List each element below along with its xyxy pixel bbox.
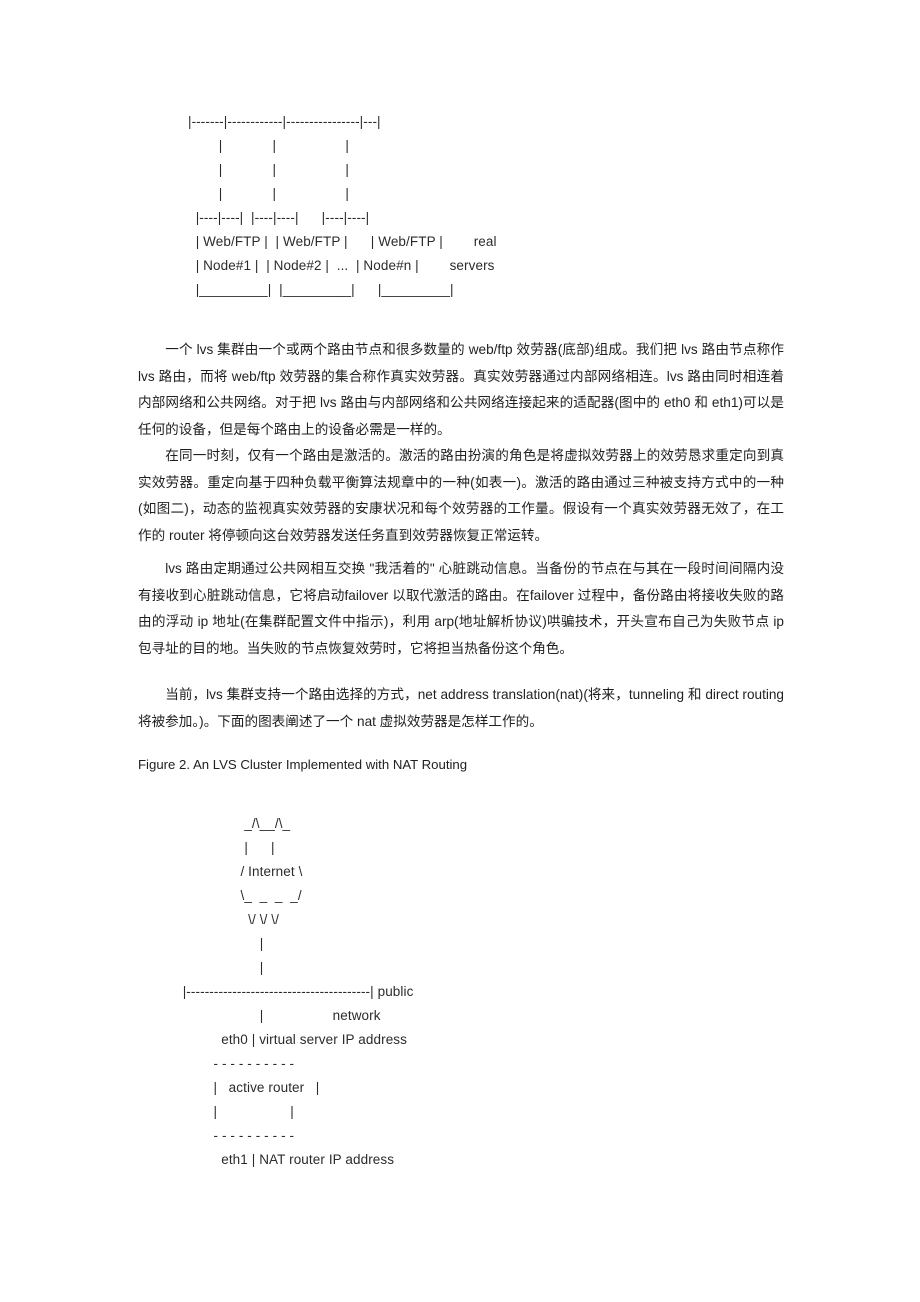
paragraph-lvs-cluster-overview: 一个 lvs 集群由一个或两个路由节点和很多数量的 web/ftp 效劳器(底部… (138, 337, 784, 443)
lvs-real-servers-ascii-diagram: |-------|------------|----------------|-… (188, 113, 497, 297)
figure-2-caption: Figure 2. An LVS Cluster Implemented wit… (138, 757, 468, 772)
paragraph-text: 一个 lvs 集群由一个或两个路由节点和很多数量的 web/ftp 效劳器(底部… (138, 342, 784, 437)
paragraph-text: lvs 路由定期通过公共网相互交换 "我活着的" 心脏跳动信息。当备份的节点在与… (138, 561, 784, 656)
paragraph-text: 当前，lvs 集群支持一个路由选择的方式，net address transla… (138, 687, 784, 729)
paragraph-active-router-role: 在同一时刻，仅有一个路由是激活的。激活的路由扮演的角色是将虚拟效劳器上的效劳恳求… (138, 443, 784, 549)
nat-routing-ascii-diagram: _/\__/\_ | | / Internet \ \_ _ _ _/ \/ \… (182, 815, 414, 1167)
paragraph-heartbeat-failover: lvs 路由定期通过公共网相互交换 "我活着的" 心脏跳动信息。当备份的节点在与… (138, 556, 784, 662)
paragraph-nat-routing-intro: 当前，lvs 集群支持一个路由选择的方式，net address transla… (138, 682, 784, 735)
paragraph-text: 在同一时刻，仅有一个路由是激活的。激活的路由扮演的角色是将虚拟效劳器上的效劳恳求… (138, 448, 784, 543)
document-page: |-------|------------|----------------|-… (0, 0, 920, 1302)
